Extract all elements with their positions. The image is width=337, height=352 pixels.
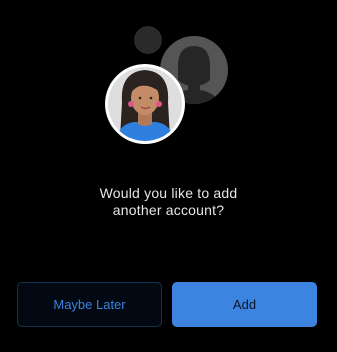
prompt-line-1: Would you like to add bbox=[99, 185, 238, 201]
add-account-prompt: Would you like to add another account? bbox=[0, 185, 337, 219]
maybe-later-button[interactable]: Maybe Later bbox=[17, 282, 162, 327]
accounts-illustration-svg bbox=[105, 26, 228, 144]
add-account-screen: Would you like to add another account? M… bbox=[0, 0, 337, 352]
small-dot-icon bbox=[134, 26, 162, 54]
accounts-illustration bbox=[100, 20, 240, 150]
woman-avatar-icon bbox=[105, 64, 185, 144]
prompt-line-2: another account? bbox=[112, 202, 225, 218]
add-account-button[interactable]: Add bbox=[172, 282, 317, 327]
